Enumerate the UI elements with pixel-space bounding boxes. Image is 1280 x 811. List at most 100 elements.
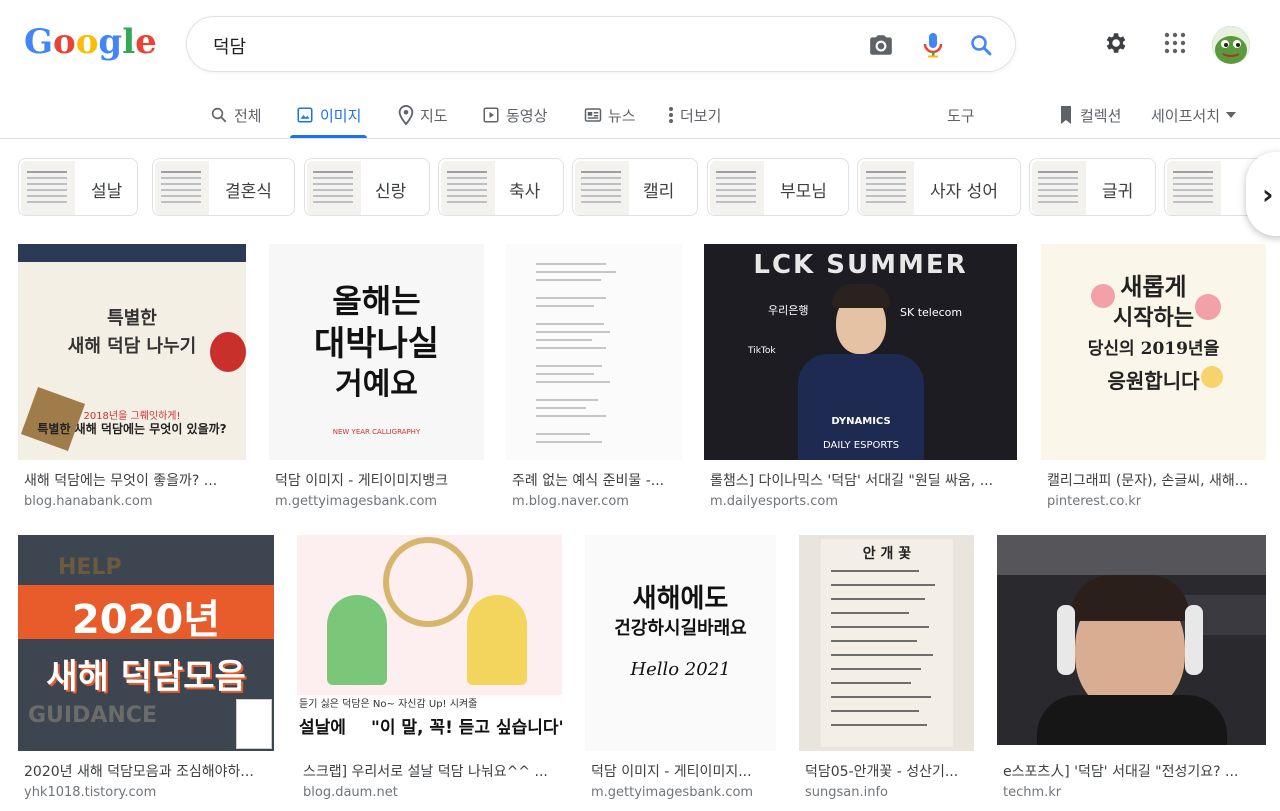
chip-thumbnail [307,161,361,215]
result-thumbnail: 특별한 새해 덕담 나누기 2018년을 그뤠잇하게! 특별한 새해 덕담에는 … [18,244,246,460]
microphone-icon[interactable] [917,29,949,61]
image-text: 듣기 싫은 덕담은 No~ 자신감 Up! 시켜줄 [299,699,478,710]
result-caption: 덕담05-안개꽃 - 성산기... [805,764,959,780]
image-result[interactable]: 특별한 새해 덕담 나누기 2018년을 그뤠잇하게! 특별한 새해 덕담에는 … [18,244,246,514]
tab-label: 더보기 [680,106,722,125]
image-text: 응원합니다 [1107,369,1200,393]
tab-label: 이미지 [320,106,362,125]
image-result[interactable]: HELP 2020년 새해 덕담모음 GUIDANCE 2020년 새해 덕담모… [18,535,274,807]
image-result[interactable]: e스포츠人] '덕담' 서대길 "전성기요? ... techm.kr [997,535,1266,807]
chip-thumbnail [710,161,764,215]
tab-more[interactable]: 더보기 [668,92,721,138]
chip-thumbnail [441,161,495,215]
chip-label: 글귀 [1102,182,1134,202]
chevron-right-icon: › [1262,177,1274,211]
image-text: Hello 2021 [630,659,731,680]
avatar[interactable] [1212,26,1250,64]
header: Google 덕담 전체 이미지 지도 동영상 뉴스 더보기 도구 컬렉션 세이… [0,0,1280,139]
chip-thumbnail [1032,161,1086,215]
safesearch-dropdown[interactable]: 세이프서치 [1151,92,1237,138]
result-caption: 캘리그래피 (문자), 손글씨, 새해... [1047,473,1249,489]
tab-label: 동영상 [506,106,548,125]
chip[interactable]: 캘리 [572,158,698,216]
image-result[interactable]: 새롭게 시작하는 당신의 2019년을 응원합니다 캘리그래피 (문자), 손글… [1041,244,1266,514]
image-result[interactable]: 올해는 대박나실 거예요 NEW YEAR CALLIGRAPHY 덕담 이미지… [269,244,484,514]
image-result[interactable]: 주례 없는 예식 준비물 -... m.blog.naver.com [506,244,682,514]
camera-icon[interactable] [865,29,897,61]
result-caption: 주례 없는 예식 준비물 -... [512,473,665,489]
result-caption: e스포츠人] '덕담' 서대길 "전성기요? ... [1003,764,1239,780]
chips-scroll-right-button[interactable]: › [1246,152,1280,236]
image-text: TikTok [748,346,776,356]
search-box[interactable]: 덕담 [186,16,1016,72]
google-doodle-logo[interactable]: Google [24,22,157,66]
result-source: m.gettyimagesbank.com [275,494,438,509]
image-text: GUIDANCE [28,703,157,728]
chip[interactable]: 설날 [18,158,138,216]
chip-label: 축사 [509,182,541,202]
image-result[interactable]: 안 개 꽃 덕담05-안개꽃 - 성산기... sungsan.info [799,535,974,807]
result-thumbnail: LCK SUMMER 우리은행 SK telecom TikTok DYNAMI… [704,244,1017,460]
tab-label: 지도 [420,106,448,125]
tab-news[interactable]: 뉴스 [584,92,636,138]
image-result[interactable]: 새해에도 건강하시길바래요 Hello 2021 덕담 이미지 - 게티이미지.… [585,535,776,807]
result-thumbnail: 안 개 꽃 [799,535,974,751]
collections-button[interactable]: 컬렉션 [1058,92,1121,138]
image-text: 2020년 [71,597,221,643]
result-thumbnail [997,535,1266,745]
chip[interactable]: 축사 [438,158,564,216]
search-icon [211,107,227,123]
chip-label: 사자 성어 [930,182,998,202]
image-text: 올해는 [332,282,421,320]
image-result[interactable]: 듣기 싫은 덕담은 No~ 자신감 Up! 시켜줄 설날에 "이 말, 꼭! 듣… [297,535,562,807]
chip-thumbnail [575,161,629,215]
image-text: 시작하는 [1113,305,1194,331]
handwriting-lines [831,570,935,726]
image-text: 새롭게 [1120,272,1187,301]
result-caption: 2020년 새해 덕담모음과 조심해야하... [24,764,254,780]
tab-all[interactable]: 전체 [210,92,262,138]
image-text: DAILY ESPORTS [822,440,900,451]
chip[interactable]: 글귀 [1029,158,1156,216]
chip[interactable]: 신랑 [304,158,430,216]
chip-label: 결혼식 [225,182,272,202]
tab-maps[interactable]: 지도 [398,92,448,138]
image-text: HELP [58,555,122,580]
chip-thumbnail [1167,161,1221,215]
result-thumbnail: 새해에도 건강하시길바래요 Hello 2021 [585,535,776,751]
image-icon [297,107,313,123]
chip-label: 부모님 [780,182,827,202]
tools-label: 도구 [947,106,975,125]
result-thumbnail [506,244,682,460]
tab-images[interactable]: 이미지 [289,92,368,138]
image-text: 특별한 [107,308,157,329]
image-text: NEW YEAR CALLIGRAPHY [332,428,421,436]
image-text: 특별한 새해 덕담에는 무엇이 있을까? [37,422,227,436]
result-source: blog.hanabank.com [24,494,153,509]
image-text: 대박나실 [313,324,440,364]
tab-videos[interactable]: 동영상 [482,92,547,138]
chip[interactable]: 사자 성어 [857,158,1021,216]
image-text: 거예요 [335,367,418,402]
image-text: SK telecom [900,306,963,319]
chip[interactable]: 결혼식 [152,158,295,216]
chip[interactable]: 부모님 [707,158,849,216]
tab-label: 전체 [234,106,262,125]
result-thumbnail: HELP 2020년 새해 덕담모음 GUIDANCE [18,535,274,751]
search-input[interactable]: 덕담 [213,33,246,59]
more-vert-icon [669,107,673,123]
tools-button[interactable]: 도구 [947,92,975,138]
search-tabs: 전체 이미지 지도 동영상 뉴스 더보기 도구 컬렉션 세이프서치 [0,92,1280,138]
apps-grid-icon[interactable] [1160,28,1190,58]
tab-label: 뉴스 [608,106,636,125]
result-source: m.gettyimagesbank.com [591,785,754,800]
result-source: m.blog.naver.com [512,494,629,509]
search-icon[interactable] [965,29,997,61]
chip-thumbnail [21,161,75,215]
chip-thumbnail [155,161,209,215]
collections-label: 컬렉션 [1080,106,1122,125]
result-thumbnail: 듣기 싫은 덕담은 No~ 자신감 Up! 시켜줄 설날에 "이 말, 꼭! 듣… [297,535,562,751]
bookmark-icon [1061,106,1071,124]
settings-gear-icon[interactable] [1100,28,1130,58]
image-result[interactable]: LCK SUMMER 우리은행 SK telecom TikTok DYNAMI… [704,244,1017,514]
